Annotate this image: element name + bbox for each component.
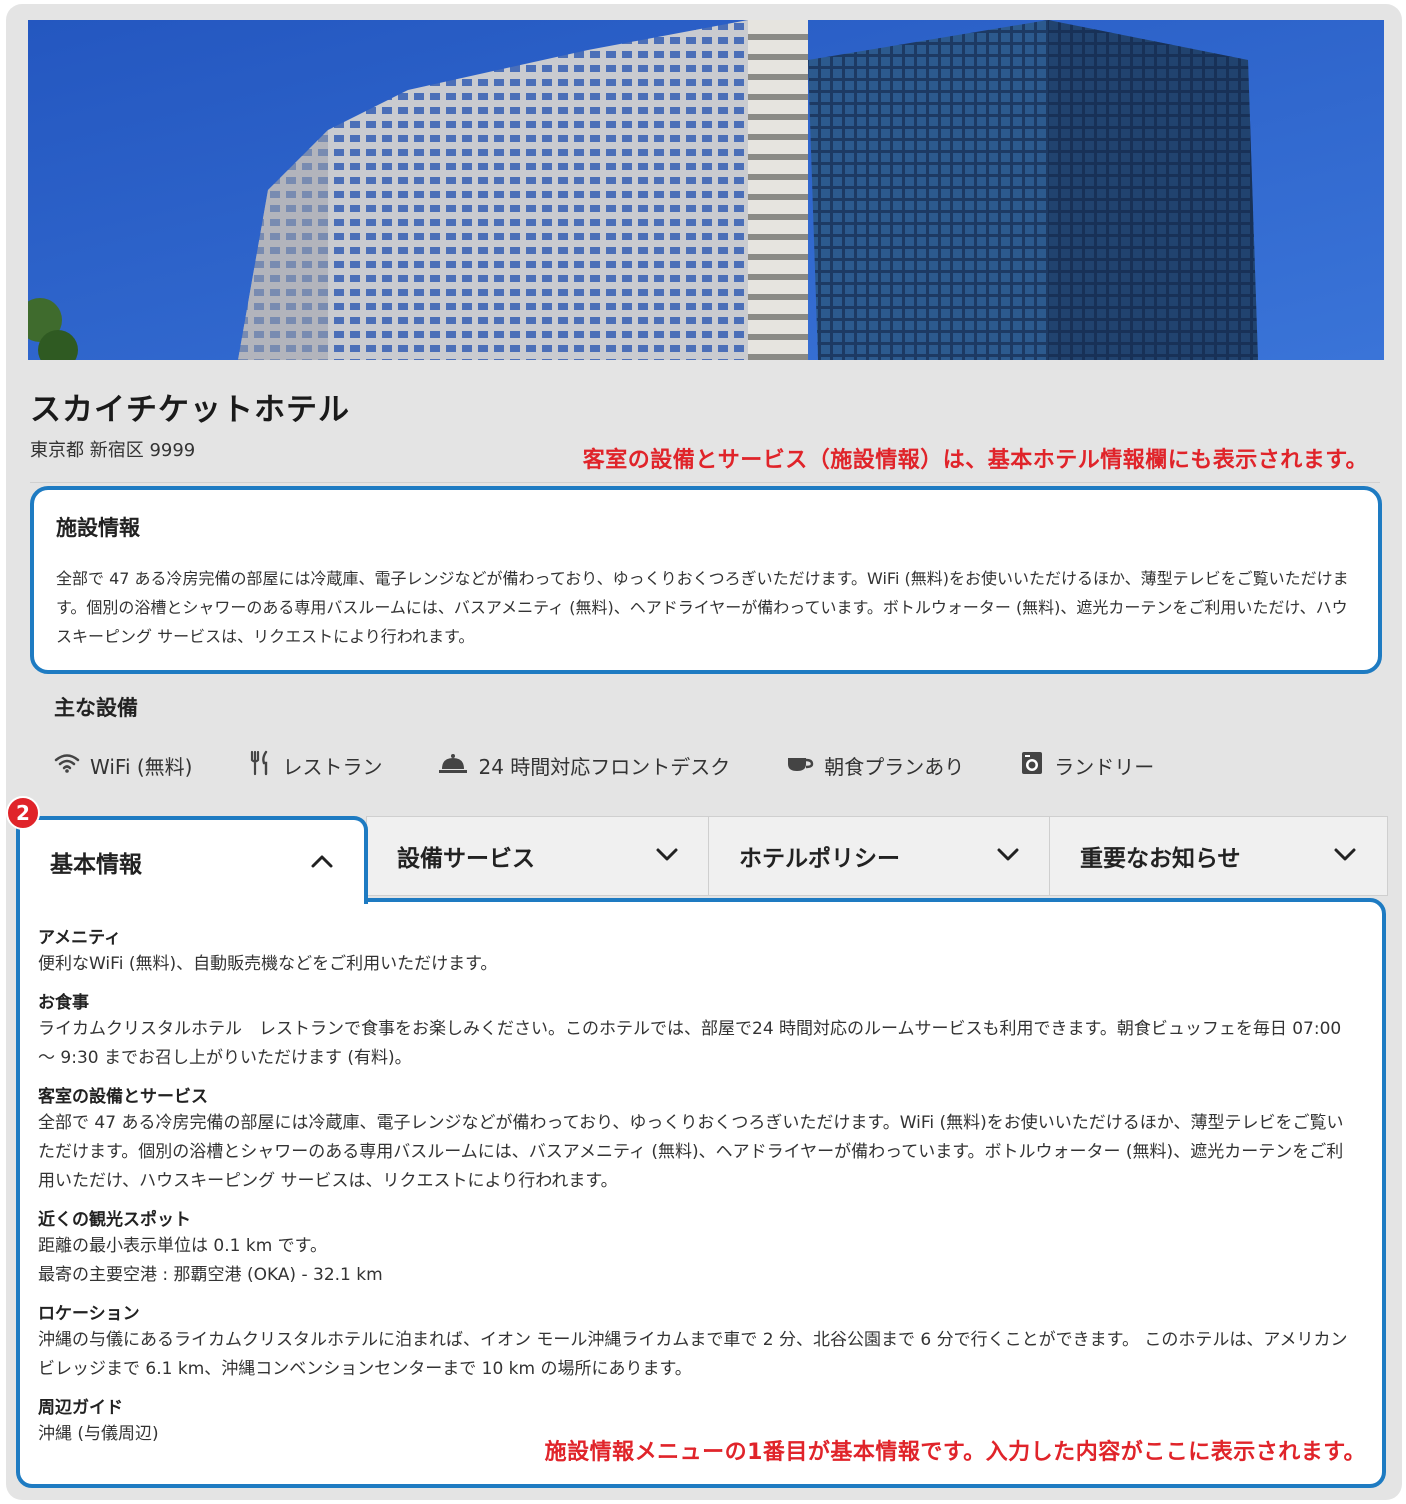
area-guide-heading: 周辺ガイド <box>38 1398 123 1418</box>
amenity-restaurant: レストラン <box>248 750 382 781</box>
chevron-down-icon <box>655 843 679 869</box>
tab-label: ホテルポリシー <box>739 846 900 872</box>
tab-label: 設備サービス <box>397 846 535 872</box>
coffee-cup-icon <box>786 752 824 779</box>
amenity-label: 朝食プランあり <box>824 754 965 779</box>
location-text: 沖縄の与儀にあるライカムクリスタルホテルに泊まれば、イオン モール沖縄ライカムま… <box>38 1330 1348 1379</box>
amenity-heading: アメニティ <box>38 928 122 948</box>
amenity-label: WiFi (無料) <box>90 754 193 779</box>
step-number-badge: 2 <box>6 796 40 830</box>
main-amenities-title: 主な設備 <box>54 696 138 720</box>
wifi-icon <box>54 752 90 779</box>
dining-text: ライカムクリスタルホテル レストランで食事をお楽しみください。このホテルでは、部… <box>38 1019 1342 1068</box>
amenity-wifi: WiFi (無料) <box>54 751 192 780</box>
annotation-note-bottom: 施設情報メニューの1番目が基本情報です。入力した内容がここに表示されます。 <box>544 1440 1366 1465</box>
tab-important-notices[interactable]: 重要なお知らせ <box>1049 816 1388 896</box>
room-features-heading: 客室の設備とサービス <box>38 1087 208 1107</box>
facility-info-title: 施設情報 <box>56 516 140 540</box>
annotation-note-top: 客室の設備とサービス（施設情報）は、基本ホテル情報欄にも表示されます。 <box>582 448 1368 473</box>
info-tabs: 基本情報 設備サービス ホテルポリシー 重要なお知らせ <box>16 816 1388 904</box>
divider <box>30 482 1380 483</box>
tab-hotel-policy[interactable]: ホテルポリシー <box>708 816 1051 896</box>
dining-heading: お食事 <box>38 993 89 1013</box>
amenity-text: 便利なWiFi (無料)、自動販売機などをご利用いただけます。 <box>38 954 498 974</box>
hotel-detail-frame: スカイチケットホテル 東京都 新宿区 9999 客室の設備とサービス（施設情報）… <box>6 4 1402 1500</box>
amenity-label: ランドリー <box>1054 754 1155 779</box>
amenity-breakfast: 朝食プランあり <box>786 751 964 780</box>
amenity-label: レストラン <box>282 754 383 779</box>
hotel-building-photo <box>28 20 1384 360</box>
basic-info-panel: アメニティ 便利なWiFi (無料)、自動販売機などをご利用いただけます。 お食… <box>16 898 1386 1488</box>
hotel-hero-image <box>28 20 1384 360</box>
hotel-address: 東京都 新宿区 9999 <box>30 440 196 461</box>
amenity-label: 24 時間対応フロントデスク <box>478 754 731 779</box>
chevron-up-icon <box>310 849 334 875</box>
tab-label: 基本情報 <box>50 852 142 878</box>
laundry-icon <box>1020 750 1054 781</box>
basic-info-content: アメニティ 便利なWiFi (無料)、自動販売機などをご利用いただけます。 お食… <box>38 926 1358 1449</box>
tab-facilities-services[interactable]: 設備サービス <box>366 816 710 896</box>
nearby-sights-distance-note: 距離の最小表示単位は 0.1 km です。 <box>38 1236 327 1256</box>
facility-info-section: 施設情報 全部で 47 ある冷房完備の部屋には冷蔵庫、電子レンジなどが備わってお… <box>30 486 1382 674</box>
nearby-sights-heading: 近くの観光スポット <box>38 1210 191 1230</box>
room-features-text: 全部で 47 ある冷房完備の部屋には冷蔵庫、電子レンジなどが備わっており、ゆっく… <box>38 1113 1344 1191</box>
location-heading: ロケーション <box>38 1304 140 1324</box>
amenity-front-desk: 24 時間対応フロントデスク <box>438 751 730 780</box>
chevron-down-icon <box>1333 843 1357 869</box>
front-desk-bell-icon <box>438 751 478 780</box>
amenity-laundry: ランドリー <box>1020 750 1154 781</box>
tab-label: 重要なお知らせ <box>1080 846 1241 872</box>
chevron-down-icon <box>996 843 1020 869</box>
main-amenities-list: WiFi (無料) レストラン 24 時間対応フロントデスク 朝食プランあり ラ… <box>54 748 1210 782</box>
nearest-airport: 最寄の主要空港 : 那覇空港 (OKA) - 32.1 km <box>38 1265 383 1285</box>
tab-basic-info[interactable]: 基本情報 <box>16 816 368 904</box>
hotel-name: スカイチケットホテル <box>30 392 350 428</box>
facility-info-body: 全部で 47 ある冷房完備の部屋には冷蔵庫、電子レンジなどが備わっており、ゆっく… <box>56 569 1349 646</box>
restaurant-icon <box>248 750 282 781</box>
